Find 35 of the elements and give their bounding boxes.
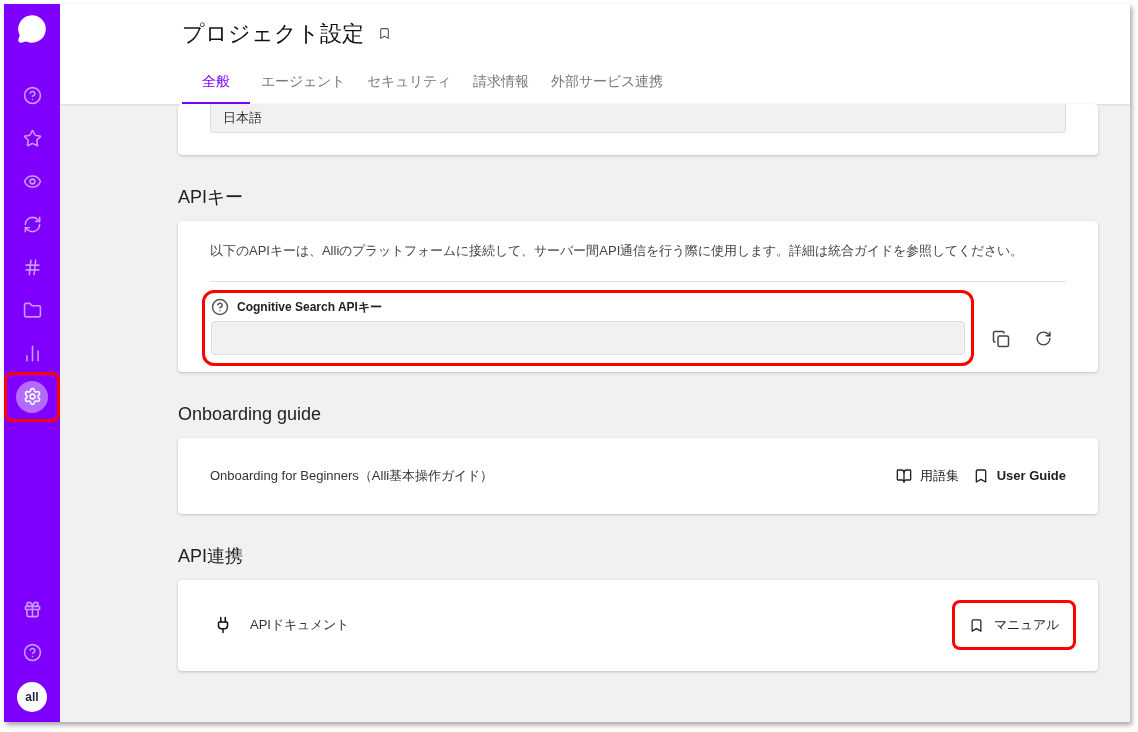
section-heading: APIキー <box>178 186 244 209</box>
help-icon[interactable] <box>211 297 229 316</box>
bookmark-icon[interactable] <box>378 27 391 40</box>
help-icon <box>22 86 42 105</box>
tab[interactable]: セキュリティ <box>356 60 462 104</box>
page-title: プロジェクト設定 <box>182 20 364 48</box>
field-label: Cognitive Search APIキー <box>237 298 382 316</box>
api-key-field[interactable] <box>211 320 965 355</box>
section-heading: Onboarding guide <box>178 402 323 426</box>
settings-icon <box>22 387 42 406</box>
chat-bubble-logo <box>17 14 47 44</box>
help-icon <box>22 643 42 662</box>
description-text: 以下のAPIキーは、Alliのプラットフォームに接続して、サーバー間API通信を行う際に使用します。詳細は統合ガイドを参照してください。 <box>210 241 1066 282</box>
gift-icon <box>22 600 42 619</box>
onboarding-item: Onboarding for Beginners（Alli基本操作ガイド） <box>210 466 494 485</box>
tab[interactable]: 外部サービス連携 <box>540 60 674 104</box>
refresh-icon <box>22 215 42 234</box>
refresh-icon[interactable] <box>1035 330 1052 347</box>
folder-icon <box>22 301 42 320</box>
bookmark-icon <box>969 617 984 633</box>
guide-link[interactable]: 用語集 <box>895 465 959 486</box>
open-book-icon <box>895 467 912 484</box>
star-icon <box>22 129 42 148</box>
tab[interactable]: エージェント <box>250 60 356 104</box>
copy-icon[interactable] <box>992 329 1010 348</box>
eye-icon <box>22 172 42 191</box>
language-field[interactable]: 日本語 <box>210 104 1066 133</box>
tab[interactable]: 請求情報 <box>462 60 540 104</box>
api-document-item: APIドキュメント <box>250 616 349 635</box>
nav-item[interactable] <box>16 380 48 413</box>
section-heading: API連携 <box>178 544 244 568</box>
user-avatar[interactable]: all <box>17 682 47 712</box>
manual-link[interactable]: マニュアル <box>952 600 1076 650</box>
hash-icon <box>22 258 42 277</box>
guide-link[interactable]: User Guide <box>972 465 1066 486</box>
